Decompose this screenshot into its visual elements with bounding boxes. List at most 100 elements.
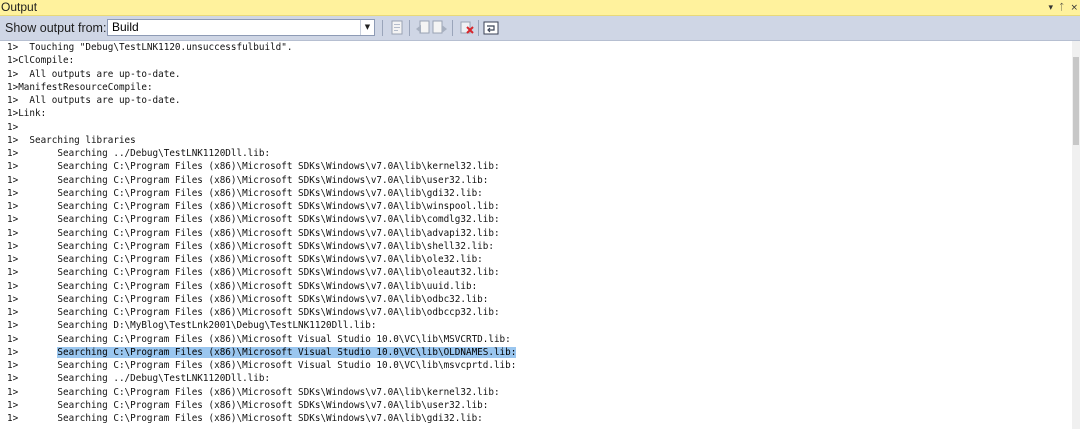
output-line-text: Searching C:\Program Files (x86)\Microso… xyxy=(57,333,511,345)
output-line-text: Touching "Debug\TestLNK1120.unsuccessful… xyxy=(29,42,293,53)
output-line: 1> Searching C:\Program Files (x86)\Micr… xyxy=(7,280,477,293)
output-line: 1> Searching libraries xyxy=(7,134,136,147)
output-line-prefix: 1> xyxy=(7,360,58,371)
output-line-text: All outputs are up-to-date. xyxy=(29,95,181,106)
output-line: 1> Searching C:\Program Files (x86)\Micr… xyxy=(7,333,511,346)
output-line-text: Searching C:\Program Files (x86)\Microso… xyxy=(57,227,500,239)
output-line: 1>ClCompile: xyxy=(7,54,74,67)
output-line-text: Searching libraries xyxy=(29,134,136,146)
output-line-text: ManifestResourceCompile: xyxy=(18,81,153,93)
output-text-area[interactable]: 1> Touching "Debug\TestLNK1120.unsuccess… xyxy=(0,41,1072,429)
output-line: 1> Searching C:\Program Files (x86)\Micr… xyxy=(7,213,500,226)
output-line-prefix: 1> xyxy=(7,399,58,411)
output-line-prefix: 1> xyxy=(7,254,58,265)
goto-location-icon[interactable] xyxy=(388,19,406,37)
output-line: 1> Searching C:\Program Files (x86)\Micr… xyxy=(7,359,516,372)
output-line: 1> Searching C:\Program Files (x86)\Micr… xyxy=(7,266,500,279)
toolbar-separator xyxy=(409,20,410,36)
toolbar-separator xyxy=(478,20,479,36)
output-source-select[interactable]: Build ▼ xyxy=(107,19,375,36)
output-line: 1> Searching ../Debug\TestLNK1120Dll.lib… xyxy=(7,147,270,160)
output-line-text: Searching C:\Program Files (x86)\Microso… xyxy=(57,386,500,398)
output-line-text: Searching C:\Program Files (x86)\Microso… xyxy=(57,187,483,199)
clear-all-icon[interactable] xyxy=(458,19,476,37)
output-line-text: Searching C:\Program Files (x86)\Microso… xyxy=(57,201,500,212)
output-line: 1> Searching C:\Program Files (x86)\Micr… xyxy=(7,200,500,213)
output-line-prefix: 1> xyxy=(7,293,58,305)
output-line-text: Searching ../Debug\TestLNK1120Dll.lib: xyxy=(57,373,271,385)
output-line-prefix: 1> xyxy=(7,161,58,173)
output-line: 1> Searching C:\Program Files (x86)\Micr… xyxy=(7,399,488,412)
output-line: 1> Searching C:\Program Files (x86)\Micr… xyxy=(7,412,483,425)
output-line-prefix: 1> xyxy=(7,108,19,120)
output-line: 1>ManifestResourceCompile: xyxy=(7,81,153,94)
output-line: 1> Searching D:\MyBlog\TestLnk2001\Debug… xyxy=(7,319,376,332)
output-line-text: Searching D:\MyBlog\TestLnk2001\Debug\Te… xyxy=(57,320,377,332)
output-line-text: Searching C:\Program Files (x86)\Microso… xyxy=(57,360,517,371)
output-line-prefix: 1> xyxy=(7,134,30,146)
output-line-text: Searching C:\Program Files (x86)\Microso… xyxy=(57,293,489,305)
panel-titlebar: Output ▾ ᛏ × xyxy=(0,0,1080,16)
output-line-prefix: 1> xyxy=(7,373,58,385)
output-line: 1> Searching C:\Program Files (x86)\Micr… xyxy=(7,174,488,187)
output-line-prefix: 1> xyxy=(7,55,19,67)
output-line-text: Searching C:\Program Files (x86)\Microso… xyxy=(57,161,500,173)
output-line: 1> xyxy=(7,121,18,134)
scrollbar-thumb[interactable] xyxy=(1073,57,1079,145)
output-line: 1> Searching C:\Program Files (x86)\Micr… xyxy=(7,253,483,266)
find-next-message-icon[interactable] xyxy=(431,19,449,37)
output-line-prefix: 1> xyxy=(7,280,58,292)
output-line-prefix: 1> xyxy=(7,121,19,133)
output-line-prefix: 1> xyxy=(7,240,58,252)
output-line-text: Searching C:\Program Files (x86)\Microso… xyxy=(57,174,489,186)
panel-title: Output xyxy=(1,0,38,14)
output-line: 1>Link: xyxy=(7,107,46,120)
output-line: 1> Searching C:\Program Files (x86)\Micr… xyxy=(7,293,488,306)
output-line: 1> Searching ../Debug\TestLNK1120Dll.lib… xyxy=(7,372,270,385)
window-position-dropdown-icon[interactable]: ▾ xyxy=(1049,3,1054,13)
output-line-prefix: 1> xyxy=(7,42,30,53)
output-line-prefix: 1> xyxy=(7,68,30,80)
toolbar-separator xyxy=(452,20,453,36)
output-line-text: Searching C:\Program Files (x86)\Microso… xyxy=(57,307,500,318)
output-line-text: Searching C:\Program Files (x86)\Microso… xyxy=(57,413,483,424)
output-line-text: Searching C:\Program Files (x86)\Microso… xyxy=(57,267,500,279)
panel-controls: ▾ ᛏ × xyxy=(1049,0,1078,15)
output-line-text: Searching C:\Program Files (x86)\Microso… xyxy=(57,240,494,252)
find-previous-message-icon[interactable] xyxy=(414,19,432,37)
output-line-prefix: 1> xyxy=(7,413,58,424)
output-line-prefix: 1> xyxy=(7,201,58,212)
output-line-text: Searching C:\Program Files (x86)\Microso… xyxy=(57,346,517,358)
pin-icon[interactable]: ᛏ xyxy=(1059,3,1064,13)
output-line-prefix: 1> xyxy=(7,214,58,226)
vertical-scrollbar[interactable] xyxy=(1072,41,1080,429)
output-line-prefix: 1> xyxy=(7,81,19,93)
output-line-text: Searching C:\Program Files (x86)\Microso… xyxy=(57,280,478,292)
output-toolbar: Show output from: Build ▼ xyxy=(0,16,1080,41)
output-source-value: Build xyxy=(112,20,139,34)
output-line-text: Searching C:\Program Files (x86)\Microso… xyxy=(57,399,489,411)
output-line: 1> Searching C:\Program Files (x86)\Micr… xyxy=(7,346,517,359)
output-line-text: Searching C:\Program Files (x86)\Microso… xyxy=(57,214,500,226)
output-line-prefix: 1> xyxy=(7,227,58,239)
output-line-prefix: 1> xyxy=(7,174,58,186)
toolbar-separator xyxy=(382,20,383,36)
output-line-text: ClCompile: xyxy=(18,55,75,67)
output-line-prefix: 1> xyxy=(7,95,30,106)
output-line: 1> All outputs are up-to-date. xyxy=(7,94,181,107)
output-line: 1> Searching C:\Program Files (x86)\Micr… xyxy=(7,227,500,240)
output-line-prefix: 1> xyxy=(7,267,58,279)
show-output-from-label: Show output from: xyxy=(5,21,107,35)
output-line: 1> Searching C:\Program Files (x86)\Micr… xyxy=(7,386,500,399)
toggle-word-wrap-icon[interactable] xyxy=(482,19,500,37)
output-line: 1> Searching C:\Program Files (x86)\Micr… xyxy=(7,240,494,253)
output-line-text: Searching ../Debug\TestLNK1120Dll.lib: xyxy=(57,148,271,159)
output-line-text: Searching C:\Program Files (x86)\Microso… xyxy=(57,254,483,265)
output-line: 1> Searching C:\Program Files (x86)\Micr… xyxy=(7,306,500,319)
output-line-text: Link: xyxy=(18,108,47,120)
chevron-down-icon[interactable]: ▼ xyxy=(360,20,374,35)
close-icon[interactable]: × xyxy=(1070,3,1078,13)
output-line: 1> All outputs are up-to-date. xyxy=(7,68,181,81)
output-line-prefix: 1> xyxy=(7,346,58,358)
output-line-prefix: 1> xyxy=(7,386,58,398)
